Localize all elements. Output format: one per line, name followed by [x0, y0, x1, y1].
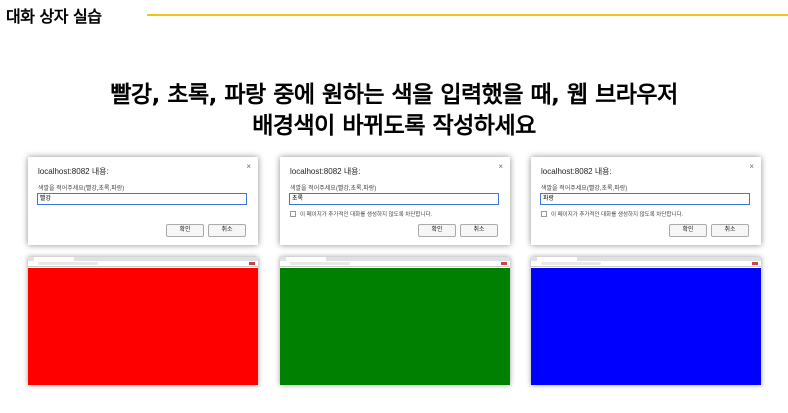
- menu-icon[interactable]: [249, 262, 255, 265]
- menu-icon[interactable]: [501, 262, 507, 265]
- ok-button[interactable]: 확인: [669, 224, 707, 237]
- browser-window: [531, 257, 761, 385]
- address-bar[interactable]: [28, 261, 258, 267]
- url-field[interactable]: [541, 262, 601, 265]
- address-bar[interactable]: [280, 261, 510, 267]
- prompt-dialog: localhost:8082 내용: × 색깔을 적어주세요(빨강,초록,파랑)…: [280, 157, 510, 245]
- title-underline: [147, 14, 788, 16]
- page-viewport: [28, 268, 258, 385]
- url-field[interactable]: [38, 262, 98, 265]
- page-viewport: [531, 268, 761, 385]
- section-title: 대화 상자 실습: [6, 7, 102, 26]
- prompt-dialog: localhost:8082 내용: × 색깔을 적어주세요(빨강,초록,파랑)…: [531, 157, 761, 245]
- browser-window: [28, 257, 258, 385]
- block-dialogs-label: 이 페이지가 추가적인 대화를 생성하지 않도록 차단합니다.: [300, 212, 433, 218]
- close-icon[interactable]: ×: [246, 162, 251, 171]
- ok-button[interactable]: 확인: [166, 224, 204, 237]
- color-input[interactable]: 빨강: [37, 193, 247, 205]
- cancel-button[interactable]: 취소: [460, 224, 498, 237]
- page-viewport: [280, 268, 510, 385]
- cancel-button[interactable]: 취소: [208, 224, 246, 237]
- block-dialogs-checkbox[interactable]: [541, 211, 547, 217]
- block-dialogs-option[interactable]: 이 페이지가 추가적인 대화를 생성하지 않도록 차단합니다.: [541, 210, 683, 218]
- block-dialogs-label: 이 페이지가 추가적인 대화를 생성하지 않도록 차단합니다.: [551, 212, 684, 218]
- color-input[interactable]: 파랑: [540, 193, 750, 205]
- dialog-title: localhost:8082 내용:: [541, 167, 612, 176]
- dialog-title: localhost:8082 내용:: [38, 167, 109, 176]
- headline: 빨강, 초록, 파랑 중에 원하는 색을 입력했을 때, 웹 브라우저 배경색이…: [0, 80, 788, 142]
- url-field[interactable]: [290, 262, 350, 265]
- block-dialogs-option[interactable]: 이 페이지가 추가적인 대화를 생성하지 않도록 차단합니다.: [290, 210, 432, 218]
- headline-line-1: 빨강, 초록, 파랑 중에 원하는 색을 입력했을 때, 웹 브라우저: [110, 82, 678, 108]
- cancel-button[interactable]: 취소: [711, 224, 749, 237]
- close-icon[interactable]: ×: [498, 162, 503, 171]
- color-input[interactable]: 초록: [289, 193, 499, 205]
- close-icon[interactable]: ×: [749, 162, 754, 171]
- block-dialogs-checkbox[interactable]: [290, 211, 296, 217]
- headline-line-2: 배경색이 바뀌도록 작성하세요: [252, 113, 536, 139]
- address-bar[interactable]: [531, 261, 761, 267]
- prompt-dialog: localhost:8082 내용: × 색깔을 적어주세요(빨강,초록,파랑)…: [28, 157, 258, 245]
- ok-button[interactable]: 확인: [418, 224, 456, 237]
- dialog-prompt: 색깔을 적어주세요(빨강,초록,파랑): [541, 186, 628, 192]
- browser-window: [280, 257, 510, 385]
- dialog-prompt: 색깔을 적어주세요(빨강,초록,파랑): [38, 186, 125, 192]
- menu-icon[interactable]: [752, 262, 758, 265]
- dialog-prompt: 색깔을 적어주세요(빨강,초록,파랑): [290, 186, 377, 192]
- dialog-title: localhost:8082 내용:: [290, 167, 361, 176]
